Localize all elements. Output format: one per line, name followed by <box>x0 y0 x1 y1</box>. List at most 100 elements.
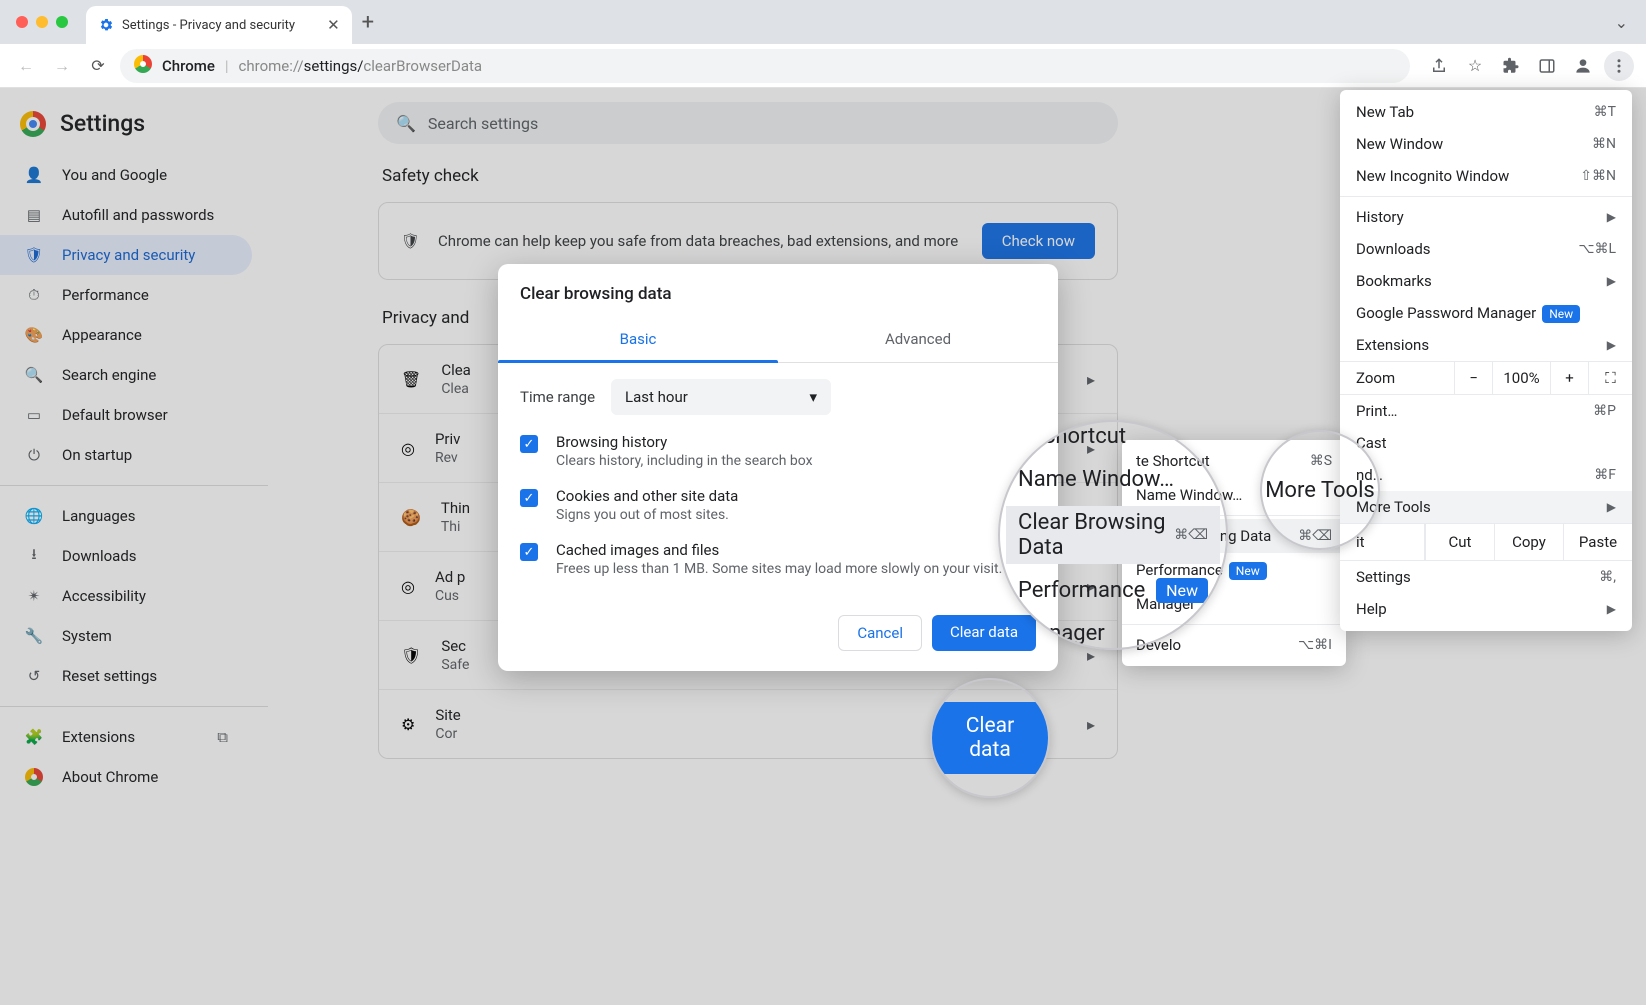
autofill-icon: ▤ <box>24 205 44 225</box>
menu-more-tools[interactable]: More Tools▶ <box>1340 491 1632 523</box>
tab-basic[interactable]: Basic <box>498 318 778 362</box>
profile-avatar-icon[interactable] <box>1568 51 1598 81</box>
check-now-button[interactable]: Check now <box>982 223 1095 259</box>
menu-edit-row: it Cut Copy Paste <box>1340 523 1632 561</box>
trash-icon: 🗑 <box>401 370 421 389</box>
chevron-down-icon: ▾ <box>810 388 818 406</box>
sidebar-item-accessibility[interactable]: ✴Accessibility <box>0 576 252 616</box>
checkbox-checked-icon[interactable]: ✓ <box>520 435 538 453</box>
checkbox-checked-icon[interactable]: ✓ <box>520 489 538 507</box>
sidebar-item-downloads[interactable]: ⭳Downloads <box>0 536 252 576</box>
menu-new-incognito[interactable]: New Incognito Window⇧⌘N <box>1340 160 1632 192</box>
tab-bar: Settings - Privacy and security ✕ + ⌄ <box>0 0 1646 44</box>
extensions-puzzle-icon[interactable] <box>1496 51 1526 81</box>
url-path-1: settings/ <box>304 57 364 75</box>
tabs-dropdown-icon[interactable]: ⌄ <box>1615 13 1628 32</box>
sidebar-item-system[interactable]: 🔧System <box>0 616 252 656</box>
reset-icon: ↺ <box>24 666 44 686</box>
tab-close-icon[interactable]: ✕ <box>327 16 340 34</box>
bookmark-star-icon[interactable]: ☆ <box>1460 51 1490 81</box>
dialog-title: Clear browsing data <box>498 264 1058 318</box>
security-icon: 🛡 <box>401 646 421 665</box>
menu-new-tab[interactable]: New Tab⌘T <box>1340 96 1632 128</box>
omnibox-app-label: Chrome <box>162 57 215 75</box>
palette-icon: 🎨 <box>24 325 44 345</box>
shield-icon: 🛡 <box>24 245 44 265</box>
fullscreen-icon[interactable]: ⛶ <box>1588 362 1632 394</box>
magnifier-clear-browsing-data: te Shortcut⌘ Name Window… Clear Browsing… <box>998 420 1228 650</box>
back-button[interactable]: ← <box>12 52 40 80</box>
window-minimize[interactable] <box>36 16 48 28</box>
zoom-level: 100% <box>1492 362 1550 394</box>
window-maximize[interactable] <box>56 16 68 28</box>
chevron-right-icon: ▶ <box>1607 274 1616 288</box>
menu-find[interactable]: nd…⌘F <box>1340 459 1632 491</box>
option-cached-images[interactable]: ✓ Cached images and filesFrees up less t… <box>520 541 1036 577</box>
url-scheme: chrome:// <box>239 57 304 75</box>
option-cookies[interactable]: ✓ Cookies and other site dataSigns you o… <box>520 487 1036 523</box>
sidebar-item-on-startup[interactable]: ⏻On startup <box>0 435 252 475</box>
magnifier-clear-data-button: Clear data <box>930 678 1050 798</box>
sidebar-item-search-engine[interactable]: 🔍Search engine <box>0 355 252 395</box>
sidebar-item-about-chrome[interactable]: About Chrome <box>0 757 252 797</box>
sidebar-item-performance[interactable]: ⏱Performance <box>0 275 252 315</box>
browser-chrome: Settings - Privacy and security ✕ + ⌄ ← … <box>0 0 1646 88</box>
clear-data-button[interactable]: Clear data <box>932 615 1036 651</box>
menu-cut[interactable]: Cut <box>1425 524 1494 560</box>
sidebar-item-languages[interactable]: 🌐Languages <box>0 496 252 536</box>
chevron-right-icon: ▶ <box>1607 338 1616 352</box>
chevron-right-icon: ▶ <box>1607 500 1616 514</box>
kebab-menu-icon[interactable] <box>1604 51 1634 81</box>
share-icon[interactable] <box>1424 51 1454 81</box>
cancel-button[interactable]: Cancel <box>838 615 922 651</box>
address-bar[interactable]: Chrome | chrome://settings/clearBrowserD… <box>120 49 1410 83</box>
menu-password-manager[interactable]: Google Password ManagerNew <box>1340 297 1632 329</box>
ads-icon: ◎ <box>401 577 415 596</box>
sidebar-item-extensions[interactable]: 🧩Extensions⧉ <box>0 717 252 757</box>
safety-check-text: Chrome can help keep you safe from data … <box>438 232 958 250</box>
time-range-select[interactable]: Last hour ▾ <box>611 379 831 415</box>
zoom-out-button[interactable]: − <box>1454 362 1492 394</box>
sliders-icon: ⚙ <box>401 715 415 734</box>
chevron-right-icon: ▸ <box>1087 370 1095 389</box>
menu-new-window[interactable]: New Window⌘N <box>1340 128 1632 160</box>
menu-paste[interactable]: Paste <box>1563 524 1632 560</box>
menu-settings[interactable]: Settings⌘, <box>1340 561 1632 593</box>
sidebar-item-reset-settings[interactable]: ↺Reset settings <box>0 656 252 696</box>
menu-bookmarks[interactable]: Bookmarks▶ <box>1340 265 1632 297</box>
checkbox-checked-icon[interactable]: ✓ <box>520 543 538 561</box>
sidebar-item-autofill[interactable]: ▤Autofill and passwords <box>0 195 252 235</box>
menu-copy[interactable]: Copy <box>1494 524 1563 560</box>
zoom-in-button[interactable]: + <box>1550 362 1588 394</box>
sidebar-item-appearance[interactable]: 🎨Appearance <box>0 315 252 355</box>
open-external-icon: ⧉ <box>217 728 228 746</box>
window-close[interactable] <box>16 16 28 28</box>
time-range-label: Time range <box>520 388 595 406</box>
reload-button[interactable]: ⟳ <box>84 52 112 80</box>
menu-extensions[interactable]: Extensions▶ <box>1340 329 1632 361</box>
browser-icon: ▭ <box>24 405 44 425</box>
sidebar-item-you-and-google[interactable]: 👤You and Google <box>0 155 252 195</box>
menu-downloads[interactable]: Downloads⌥⌘L <box>1340 233 1632 265</box>
time-range-value: Last hour <box>625 388 688 406</box>
option-browsing-history[interactable]: ✓ Browsing historyClears history, includ… <box>520 433 1036 469</box>
menu-print[interactable]: Print…⌘P <box>1340 395 1632 427</box>
search-icon: 🔍 <box>396 114 416 133</box>
browser-tab-active[interactable]: Settings - Privacy and security ✕ <box>86 6 352 44</box>
sidebar-item-default-browser[interactable]: ▭Default browser <box>0 395 252 435</box>
target-icon: ◎ <box>401 439 415 458</box>
side-panel-icon[interactable] <box>1532 51 1562 81</box>
settings-title: Settings <box>60 110 145 137</box>
clear-browsing-data-dialog: Clear browsing data Basic Advanced Time … <box>498 264 1058 671</box>
sidebar-item-privacy-and-security[interactable]: 🛡Privacy and security <box>0 235 252 275</box>
search-settings-input[interactable]: 🔍 Search settings <box>378 102 1118 144</box>
download-icon: ⭳ <box>24 546 44 566</box>
menu-cast[interactable]: Cast <box>1340 427 1632 459</box>
highlight-clear-data[interactable]: Clear data <box>932 702 1048 774</box>
tab-advanced[interactable]: Advanced <box>778 318 1058 362</box>
menu-history[interactable]: History▶ <box>1340 201 1632 233</box>
menu-help[interactable]: Help▶ <box>1340 593 1632 625</box>
forward-button[interactable]: → <box>48 52 76 80</box>
magnifier-more-tools: More Tools <box>1260 430 1380 550</box>
new-tab-button[interactable]: + <box>362 10 374 35</box>
